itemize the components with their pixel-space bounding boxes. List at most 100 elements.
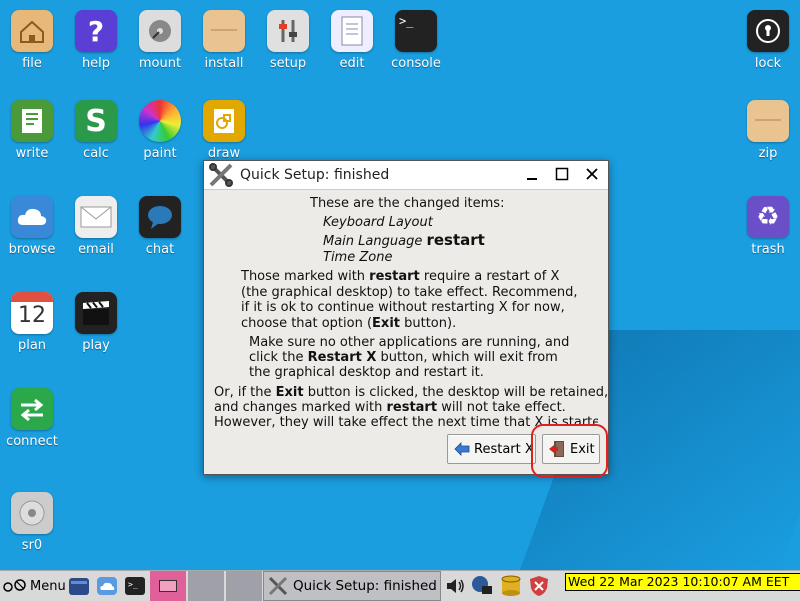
- workspace-1[interactable]: [150, 571, 186, 601]
- desktop-icon-connect[interactable]: connect: [0, 388, 64, 449]
- volume-icon: [444, 575, 466, 597]
- desktop-icon-zip[interactable]: zip: [736, 100, 800, 161]
- icon-label: browse: [8, 242, 56, 257]
- p1-line2: (the graphical desktop) to take effect. …: [241, 285, 578, 300]
- shield-icon: [528, 574, 550, 598]
- icon-label: help: [81, 56, 111, 71]
- p1-line1: Those marked with restart require a rest…: [241, 269, 560, 284]
- desktop-icon-write[interactable]: write: [0, 100, 64, 161]
- desktop-icon-email[interactable]: email: [64, 196, 128, 257]
- p1-line3: if it is ok to continue without restarti…: [241, 300, 565, 315]
- taskbar: Menu >_ Quick Setup: finished Wed 22 Mar…: [0, 570, 800, 601]
- restart-tag: restart: [426, 231, 485, 249]
- quicklaunch-browser[interactable]: [96, 571, 118, 601]
- desktop-icon-paint[interactable]: paint: [128, 100, 192, 161]
- icon-label: setup: [269, 56, 307, 71]
- clapperboard-icon: [75, 292, 117, 334]
- volume-tray[interactable]: [444, 571, 466, 601]
- icon-label: chat: [145, 242, 175, 257]
- desktop-icon-setup[interactable]: setup: [256, 10, 320, 71]
- folder-home-icon: [11, 10, 53, 52]
- browser-cloud-icon: [96, 575, 118, 597]
- calendar-icon: 12: [11, 292, 53, 334]
- workspace-3[interactable]: [226, 571, 262, 601]
- icon-label: connect: [6, 434, 58, 449]
- help-icon: ?: [75, 10, 117, 52]
- minimize-icon[interactable]: [524, 165, 540, 183]
- desktop-icon-install[interactable]: install: [192, 10, 256, 71]
- icon-label: email: [78, 242, 114, 257]
- close-icon[interactable]: [584, 165, 600, 183]
- desktop-icon-mount[interactable]: mount: [128, 10, 192, 71]
- icon-label: sr0: [21, 538, 43, 553]
- firewall-tray[interactable]: [528, 571, 550, 601]
- maximize-icon[interactable]: [554, 165, 570, 183]
- recycle-icon: ♻: [747, 196, 789, 238]
- icon-label: mount: [138, 56, 182, 71]
- p3-line1: Or, if the Exit button is clicked, the d…: [214, 385, 609, 400]
- desktop-icon-chat[interactable]: chat: [128, 196, 192, 257]
- desktop-icon-browse[interactable]: browse: [0, 196, 64, 257]
- p2-line3: the graphical desktop and restart it.: [249, 365, 484, 380]
- desktop-icon-sr0[interactable]: sr0: [0, 492, 64, 553]
- desktop-icon-lock[interactable]: lock: [736, 10, 800, 71]
- desktop-icon-file[interactable]: file: [0, 10, 64, 71]
- icon-label: zip: [758, 146, 778, 161]
- icon-label: draw: [207, 146, 241, 161]
- dialog-titlebar[interactable]: Quick Setup: finished: [204, 161, 608, 190]
- archive-icon: [747, 100, 789, 142]
- terminal-icon: >_: [395, 10, 437, 52]
- restart-x-label: Restart X: [474, 441, 534, 457]
- optical-disc-icon: [11, 492, 53, 534]
- task-quick-setup[interactable]: Quick Setup: finished: [263, 571, 441, 601]
- desktop-icon-plan[interactable]: 12 plan: [0, 292, 64, 353]
- calendar-day: 12: [18, 303, 46, 328]
- icon-label: paint: [143, 146, 177, 161]
- menu-label: Menu: [30, 578, 66, 594]
- icon-label: plan: [17, 338, 47, 353]
- draw-icon: [203, 100, 245, 142]
- dialog-title: Quick Setup: finished: [240, 167, 390, 183]
- icon-label: edit: [339, 56, 365, 71]
- changed-items-heading: These are the changed items:: [310, 196, 505, 211]
- network-arrows-icon: [11, 388, 53, 430]
- icon-label: trash: [751, 242, 785, 257]
- icon-label: calc: [83, 146, 109, 161]
- taskbar-clock[interactable]: Wed 22 Mar 2023 10:10:07 AM EET: [565, 573, 800, 591]
- p2-line1: Make sure no other applications are runn…: [249, 335, 570, 350]
- icon-label: file: [22, 56, 42, 71]
- p2-line2: click the Restart X button, which will e…: [249, 350, 558, 365]
- storage-tray[interactable]: [500, 571, 522, 601]
- spreadsheet-icon: S: [75, 100, 117, 142]
- network-tray[interactable]: [470, 571, 494, 601]
- p1-line4: choose that option (Exit button).: [241, 316, 457, 331]
- desktop-icon-help[interactable]: ? help: [64, 10, 128, 71]
- desktop-icon-console[interactable]: >_ console: [384, 10, 448, 71]
- lock-icon: [747, 10, 789, 52]
- quicklaunch-terminal[interactable]: >_: [124, 571, 146, 601]
- hard-drive-icon: [139, 10, 181, 52]
- package-icon: [203, 10, 245, 52]
- workspace-window-icon: [159, 580, 177, 592]
- paint-wheel-icon: [139, 100, 181, 142]
- restart-x-button[interactable]: Restart X: [447, 434, 536, 464]
- database-icon: [500, 574, 522, 598]
- desktop-icon-edit[interactable]: edit: [320, 10, 384, 71]
- desktop-icon-trash[interactable]: ♻ trash: [736, 196, 800, 257]
- icon-label: write: [15, 146, 49, 161]
- svg-text:>_: >_: [128, 580, 138, 589]
- back-arrow-icon: [454, 442, 470, 456]
- desktop-icon-play[interactable]: play: [64, 292, 128, 353]
- quicklaunch-file-manager[interactable]: [68, 571, 90, 601]
- p3-line2: and changes marked with restart will not…: [214, 400, 566, 415]
- network-globe-icon: [470, 574, 494, 598]
- tools-small-icon: [267, 575, 289, 597]
- menu-button[interactable]: Menu: [2, 571, 66, 601]
- desktop-icon-calc[interactable]: S calc: [64, 100, 128, 161]
- exit-button-highlight: [531, 424, 608, 478]
- icon-label: lock: [754, 56, 782, 71]
- changed-item-timezone: Time Zone: [323, 250, 393, 265]
- desktop-icon-draw[interactable]: draw: [192, 100, 256, 161]
- workspace-2[interactable]: [188, 571, 224, 601]
- cloud-icon: [11, 196, 53, 238]
